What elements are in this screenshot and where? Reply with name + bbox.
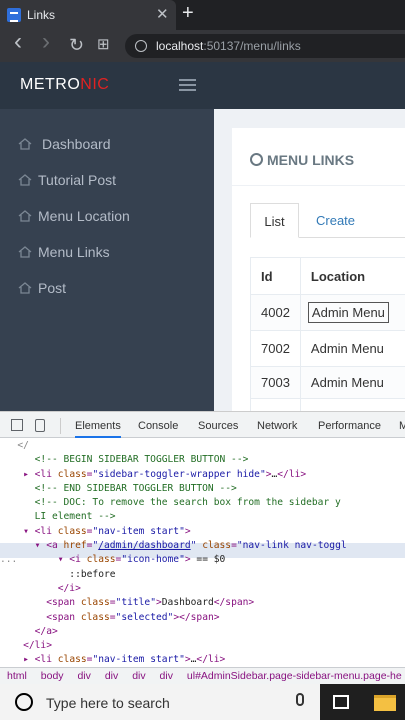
url-text[interactable]: localhost:50137/menu/links: [156, 39, 301, 53]
breadcrumb-item[interactable]: div: [105, 670, 118, 682]
devtools-tab-elements[interactable]: Elements: [75, 420, 121, 438]
sidebar-item-label: Dashboard: [42, 136, 111, 152]
devtools-tab-more[interactable]: M: [399, 420, 405, 432]
page-title-text: MENU LINKS: [267, 152, 355, 168]
home-icon: [18, 210, 32, 222]
apps-icon[interactable]: ⊞: [97, 36, 110, 54]
devtools-breadcrumb: html body div div div div ul#AdminSideba…: [0, 667, 405, 684]
home-icon: [18, 138, 32, 150]
globe-icon: [250, 153, 263, 166]
cell-id: 7002: [250, 330, 301, 367]
sidebar-item-label: Menu Location: [38, 208, 130, 224]
home-icon: [18, 282, 32, 294]
breadcrumb-item[interactable]: div: [160, 670, 173, 682]
logo[interactable]: METRONIC: [20, 76, 109, 94]
table-row[interactable]: 7003 Admin Menu: [250, 366, 405, 399]
cell-location: Admin Menu: [299, 366, 405, 399]
sidebar-item-label: Tutorial Post: [38, 172, 117, 188]
favicon-icon: [7, 8, 21, 22]
reload-button[interactable]: ↻: [69, 36, 84, 54]
devtools-separator: [60, 418, 61, 434]
table-row[interactable]: 7002 Admin Menu: [250, 330, 405, 367]
cell-location: Admin Menu: [299, 330, 405, 367]
home-icon: [18, 246, 32, 258]
breadcrumb-item[interactable]: div: [77, 670, 90, 682]
cell-id: 7003: [250, 366, 301, 399]
sidebar-item-label: Post: [38, 280, 67, 296]
devtools-tab-performance[interactable]: Performance: [318, 420, 381, 432]
site-info-icon[interactable]: [135, 40, 147, 52]
breadcrumb-item[interactable]: html: [7, 670, 27, 682]
file-explorer-icon[interactable]: [374, 695, 396, 711]
url-path: :50137/menu/links: [203, 39, 301, 53]
tab-list[interactable]: List: [250, 203, 299, 238]
location-editor[interactable]: Admin Menu: [307, 302, 389, 323]
breadcrumb-item[interactable]: div: [132, 670, 145, 682]
task-view-icon[interactable]: [333, 695, 349, 709]
forward-button[interactable]: ›: [42, 30, 50, 54]
tab-create[interactable]: Create: [316, 213, 355, 228]
dom-tree[interactable]: </ <!-- BEGIN SIDEBAR TOGGLER BUTTON -->…: [0, 439, 347, 668]
cell-location: Admin Menu: [299, 294, 405, 331]
logo-main: METRO: [20, 76, 81, 93]
devtools-tab-sources[interactable]: Sources: [198, 420, 238, 432]
url-host: localhost: [156, 39, 204, 53]
sidebar-item-label: Menu Links: [38, 244, 110, 260]
links-table: Id Location 4002 Admin Menu 7002 Admin M…: [250, 257, 405, 435]
microphone-icon[interactable]: [296, 693, 304, 706]
table-row[interactable]: 4002 Admin Menu: [250, 294, 405, 331]
breadcrumb-item[interactable]: body: [41, 670, 64, 682]
inspect-element-icon[interactable]: [11, 419, 23, 431]
table-header-row: Id Location: [250, 257, 405, 295]
devtools-tab-console[interactable]: Console: [138, 420, 178, 432]
tab-title: Links: [27, 8, 56, 22]
logo-accent: NIC: [80, 76, 110, 93]
devtools-tab-network[interactable]: Network: [257, 420, 297, 432]
sidebar-toggler-button[interactable]: [179, 79, 196, 91]
breadcrumb-item[interactable]: ul#AdminSidebar.page-sidebar-menu.page-h…: [187, 670, 402, 682]
sidebar: [0, 109, 214, 411]
new-tab-button[interactable]: +: [182, 3, 194, 23]
column-header-location[interactable]: Location: [299, 257, 405, 295]
home-icon: [18, 174, 32, 186]
taskbar-search-placeholder: Type here to search: [46, 695, 170, 711]
page-title: MENU LINKS: [250, 152, 354, 168]
column-header-id[interactable]: Id: [250, 257, 301, 295]
divider: [232, 185, 405, 186]
device-toolbar-icon[interactable]: [35, 419, 45, 432]
back-button[interactable]: ‹: [14, 30, 22, 54]
cortana-icon[interactable]: [15, 693, 33, 711]
cell-id: 4002: [250, 294, 301, 331]
tab-close-icon[interactable]: ✕: [156, 5, 169, 23]
